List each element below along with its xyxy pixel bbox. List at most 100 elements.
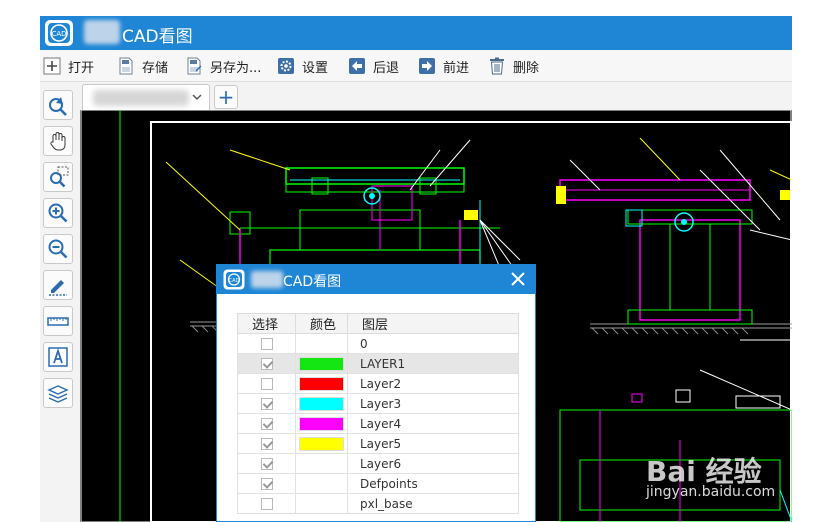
close-icon[interactable] xyxy=(509,270,527,288)
layer-color-cell xyxy=(295,433,348,454)
save-as-button[interactable]: 另存为... xyxy=(184,55,261,77)
settings-button[interactable]: 设置 xyxy=(276,55,328,77)
pencil-icon xyxy=(49,280,67,296)
forward-button[interactable]: 前进 xyxy=(417,55,469,77)
zoom-out-icon xyxy=(48,239,68,259)
layer-select-cell xyxy=(237,493,296,514)
document-tab[interactable] xyxy=(82,84,210,110)
layer-name: Layer5 xyxy=(347,433,519,454)
measure-button[interactable] xyxy=(43,306,73,336)
layer-color-cell xyxy=(295,453,348,474)
layer-row[interactable]: Layer6 xyxy=(237,453,519,474)
app-logo-icon: CAD xyxy=(45,20,73,46)
layer-name: Layer3 xyxy=(347,393,519,414)
rotate-view-button[interactable] xyxy=(43,90,73,120)
layer-name: Layer2 xyxy=(347,373,519,394)
title-bar: CAD CAD看图 xyxy=(40,16,792,50)
layer-visibility-checkbox[interactable] xyxy=(260,458,273,470)
save-document-icon xyxy=(116,56,136,76)
dialog-logo-text: CAD xyxy=(229,278,240,284)
zoom-out-button[interactable] xyxy=(43,234,73,264)
document-tab-bar: + xyxy=(80,82,792,110)
layer-visibility-checkbox[interactable] xyxy=(260,378,273,390)
layer-row[interactable]: Defpoints xyxy=(237,473,519,494)
layer-select-cell xyxy=(237,473,296,494)
add-tab-button[interactable]: + xyxy=(214,85,238,109)
layer-dialog: CAD CAD看图 选择 颜色 图层 0 LAYER1 Layer2 Layer3 La… xyxy=(216,264,536,522)
forward-label: 前进 xyxy=(443,60,470,76)
layer-color-cell xyxy=(295,413,348,434)
layer-color-swatch[interactable] xyxy=(299,416,344,431)
layer-visibility-checkbox[interactable] xyxy=(260,498,273,510)
tab-title-redaction xyxy=(93,90,189,106)
layer-color-cell xyxy=(295,493,348,514)
chevron-down-icon[interactable] xyxy=(191,91,203,103)
layer-visibility-checkbox[interactable] xyxy=(260,418,273,430)
layer-select-cell xyxy=(237,453,296,474)
layer-select-cell xyxy=(237,393,296,414)
layer-color-swatch[interactable] xyxy=(299,356,344,371)
gear-icon xyxy=(276,56,296,76)
save-button[interactable]: 存储 xyxy=(116,55,168,77)
save-as-label: 另存为... xyxy=(210,60,262,76)
zoom-in-icon xyxy=(48,203,68,223)
column-header-color: 颜色 xyxy=(295,313,348,334)
layer-row[interactable]: Layer5 xyxy=(237,433,519,454)
delete-label: 删除 xyxy=(513,60,540,76)
draw-button[interactable] xyxy=(43,270,73,300)
layer-color-cell xyxy=(295,333,348,354)
layer-visibility-checkbox[interactable] xyxy=(260,358,273,370)
arrow-forward-icon xyxy=(417,56,437,76)
layer-table-header: 选择 颜色 图层 xyxy=(237,313,519,334)
column-header-select: 选择 xyxy=(237,313,296,334)
arrow-back-icon xyxy=(347,56,367,76)
layer-row[interactable]: LAYER1 xyxy=(237,353,519,374)
delete-button[interactable]: 删除 xyxy=(487,55,539,77)
text-button[interactable] xyxy=(43,342,73,372)
dialog-title-redaction xyxy=(251,271,283,288)
layer-row[interactable]: Layer3 xyxy=(237,393,519,414)
layer-select-cell xyxy=(237,413,296,434)
layer-visibility-checkbox[interactable] xyxy=(260,478,273,490)
zoom-window-icon xyxy=(50,166,69,188)
layer-name: LAYER1 xyxy=(347,353,519,374)
main-toolbar: 打开 存储 另存为... 设置 后退 前进 删除 xyxy=(40,50,792,82)
layer-row[interactable]: 0 xyxy=(237,333,519,354)
layers-icon xyxy=(47,385,69,403)
plus-icon xyxy=(42,56,62,76)
layer-color-swatch[interactable] xyxy=(299,396,344,411)
zoom-in-button[interactable] xyxy=(43,198,73,228)
dialog-title-bar: CAD CAD看图 xyxy=(217,265,535,294)
layer-visibility-checkbox[interactable] xyxy=(260,398,273,410)
title-redaction xyxy=(84,20,120,44)
rotate-icon xyxy=(49,97,67,116)
layer-color-cell xyxy=(295,393,348,414)
trash-icon xyxy=(487,56,507,76)
layer-select-cell xyxy=(237,333,296,354)
pan-hand-icon xyxy=(50,132,66,151)
text-icon xyxy=(48,347,68,367)
layer-select-cell xyxy=(237,353,296,374)
layer-color-swatch[interactable] xyxy=(299,436,344,451)
layer-name: 0 xyxy=(347,333,519,354)
settings-label: 设置 xyxy=(302,60,329,76)
layers-button[interactable] xyxy=(43,378,73,408)
layer-color-cell xyxy=(295,353,348,374)
save-label: 存储 xyxy=(142,60,169,76)
layer-name: Layer4 xyxy=(347,413,519,434)
layer-visibility-checkbox[interactable] xyxy=(260,338,273,350)
layer-row[interactable]: pxl_base xyxy=(237,493,519,514)
layer-visibility-checkbox[interactable] xyxy=(260,438,273,450)
layer-row[interactable]: Layer2 xyxy=(237,373,519,394)
layer-select-cell xyxy=(237,373,296,394)
add-tab-plus: + xyxy=(217,85,235,109)
back-button[interactable]: 后退 xyxy=(347,55,399,77)
layer-table: 选择 颜色 图层 0 LAYER1 Layer2 Layer3 Layer4 Layer5… xyxy=(237,313,519,514)
layer-name: Defpoints xyxy=(347,473,519,494)
pan-button[interactable] xyxy=(43,126,73,156)
layer-color-swatch[interactable] xyxy=(299,376,344,391)
layer-row[interactable]: Layer4 xyxy=(237,413,519,434)
open-button[interactable]: 打开 xyxy=(42,55,94,77)
zoom-window-button[interactable] xyxy=(43,162,73,192)
layer-color-cell xyxy=(295,473,348,494)
